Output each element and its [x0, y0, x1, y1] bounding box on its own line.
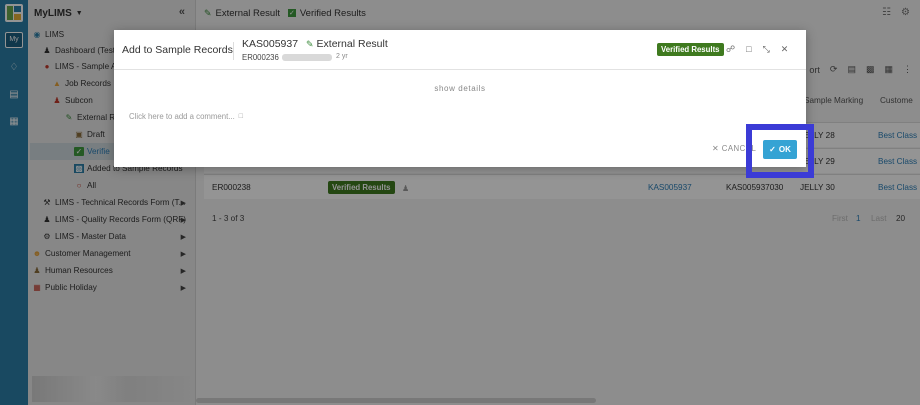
comment-input[interactable]: Click here to add a comment... □ [129, 112, 243, 121]
record-id: KAS005937 [242, 38, 299, 50]
record-kind: ✎ External Result [306, 38, 388, 50]
close-icon: ✕ [712, 144, 720, 153]
expand-icon[interactable]: ⤡ [763, 44, 770, 55]
dialog-header: Add to Sample Records KAS005937 ✎ Extern… [114, 30, 806, 70]
dialog-title: Add to Sample Records [122, 44, 233, 56]
divider [233, 42, 234, 60]
share-icon[interactable]: ☍ [726, 44, 735, 55]
close-icon[interactable]: ✕ [781, 44, 789, 55]
redacted-user [282, 54, 332, 61]
add-to-sample-records-dialog: Add to Sample Records KAS005937 ✎ Extern… [114, 30, 814, 178]
show-details-link[interactable]: show details [114, 84, 806, 93]
pencil-icon: ✎ [306, 38, 314, 49]
ok-button[interactable]: ✓ OK [763, 140, 797, 159]
check-icon: ✓ [769, 145, 776, 154]
comment-icon: □ [238, 113, 243, 120]
comment-icon[interactable]: □ [746, 44, 751, 55]
record-age: 2 yr [336, 53, 348, 60]
status-badge: Verified Results [657, 43, 724, 56]
record-sub-id: ER000236 [242, 53, 279, 62]
dialog-actions: ☍ □ ⤡ ✕ [726, 44, 788, 55]
